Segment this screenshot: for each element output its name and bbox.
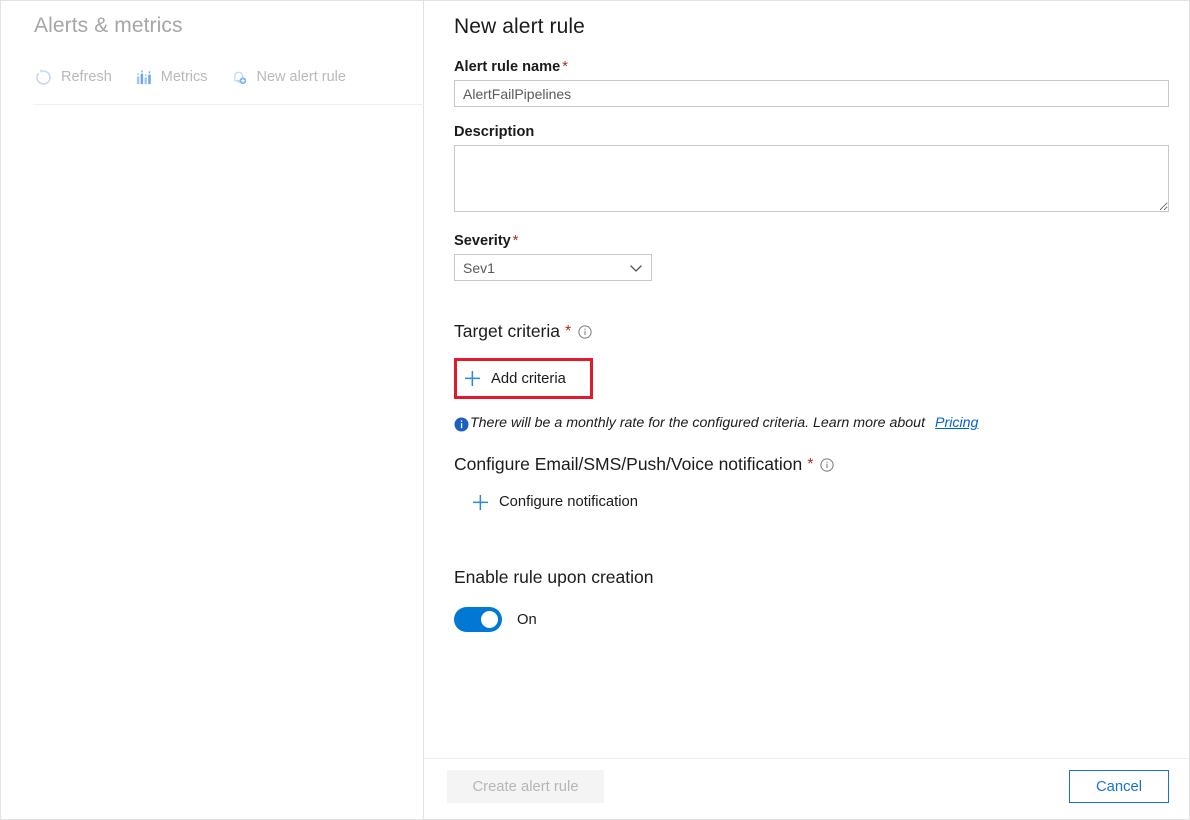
alert-rule-name-label-text: Alert rule name [454,59,560,75]
notification-heading-text: Configure Email/SMS/Push/Voice notificat… [454,454,802,475]
toolbar-new-alert-rule-label: New alert rule [257,69,346,85]
required-asterisk: * [562,59,568,75]
page-title: New alert rule [454,15,585,39]
alerts-metrics-panel: Alerts & metrics Refresh [1,1,424,819]
severity-select[interactable] [454,254,652,281]
toolbar-refresh-label: Refresh [61,69,112,85]
add-criteria-label: Add criteria [491,371,566,387]
required-asterisk: * [565,323,571,341]
target-criteria-heading-text: Target criteria [454,321,560,342]
bar-chart-icon [134,68,153,87]
description-textarea[interactable] [454,145,1169,212]
configure-notification-button[interactable]: Configure notification [464,485,648,519]
toolbar-divider [33,104,424,105]
configure-notification-label: Configure notification [499,494,638,510]
plus-icon [464,370,481,387]
severity-label-text: Severity [454,233,511,249]
severity-select-wrapper [454,254,652,281]
toolbar-new-alert-rule-button[interactable]: New alert rule [230,68,346,87]
panel-title: Alerts & metrics [34,14,183,38]
info-circle-icon[interactable] [578,325,592,339]
cancel-button[interactable]: Cancel [1069,770,1169,803]
alert-rule-name-input[interactable] [454,80,1169,107]
new-alert-rule-panel: New alert rule Alert rule name* Descript… [424,1,1189,819]
enable-rule-toggle-label: On [517,612,537,628]
panel-footer: Create alert rule Cancel [424,759,1189,819]
bell-plus-icon [230,68,249,87]
enable-rule-toggle[interactable] [454,607,502,632]
toolbar-metrics-button[interactable]: Metrics [134,68,208,87]
notification-heading: Configure Email/SMS/Push/Voice notificat… [454,454,1169,475]
pricing-banner-text: There will be a monthly rate for the con… [470,415,925,431]
pricing-banner: There will be a monthly rate for the con… [454,415,1169,432]
command-toolbar: Refresh Metrics [34,63,346,91]
add-criteria-wrapper: Add criteria [454,358,578,399]
add-criteria-button[interactable]: Add criteria [454,358,578,399]
refresh-icon [34,68,53,87]
toolbar-refresh-button[interactable]: Refresh [34,68,112,87]
configure-notification-row: Configure notification [454,485,1169,519]
required-asterisk: * [807,456,813,474]
alert-rule-name-label: Alert rule name* [454,59,1169,75]
severity-label: Severity* [454,233,1169,249]
required-asterisk: * [513,233,519,249]
plus-icon [472,494,489,511]
enable-rule-heading: Enable rule upon creation [454,567,1169,588]
create-alert-rule-button[interactable]: Create alert rule [447,770,604,803]
info-circle-icon[interactable] [820,458,834,472]
alert-rule-form: Alert rule name* Description Severity* [454,59,1169,632]
info-filled-icon [454,417,469,432]
target-criteria-heading: Target criteria * [454,321,1169,342]
description-label-text: Description [454,124,534,140]
pricing-link[interactable]: Pricing [935,415,978,431]
alert-rule-screen: Alerts & metrics Refresh [0,0,1190,820]
description-label: Description [454,124,1169,140]
toggle-knob [481,611,498,628]
toolbar-metrics-label: Metrics [161,69,208,85]
enable-rule-toggle-row: On [454,607,1169,632]
